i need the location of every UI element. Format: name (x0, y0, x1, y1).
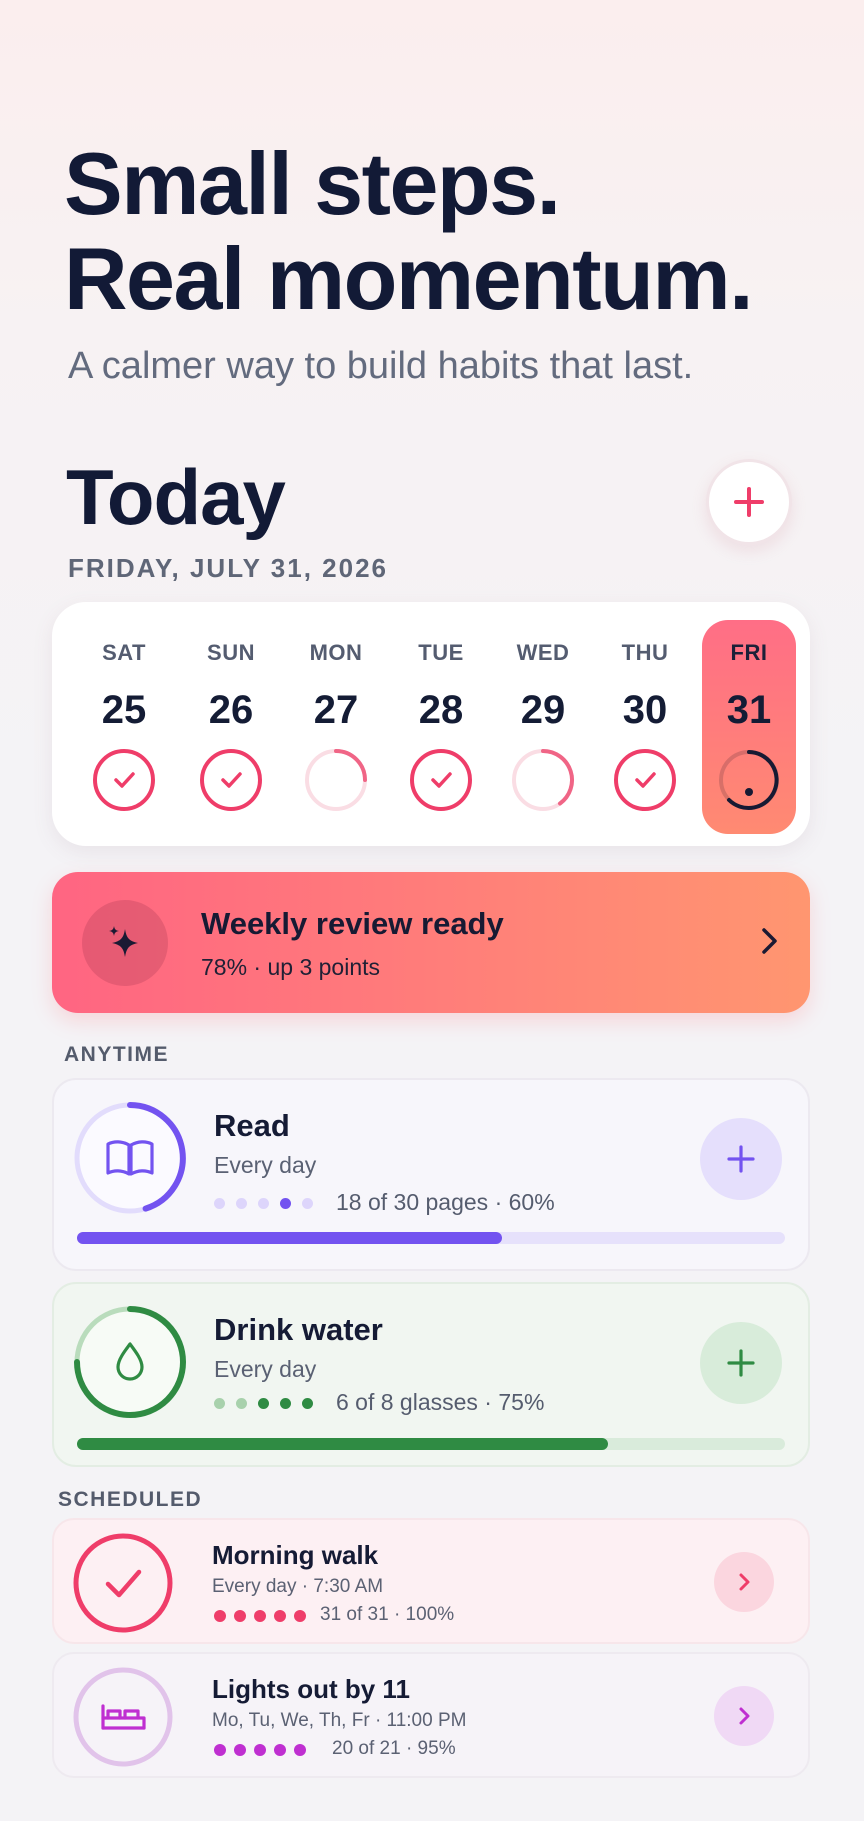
habit-frequency: Every day (214, 1356, 317, 1382)
day-mon[interactable]: MON 27 (289, 620, 383, 834)
today-title: Today (66, 453, 286, 541)
day-wed[interactable]: WED 29 (496, 620, 590, 834)
log-read-button[interactable] (700, 1118, 782, 1200)
section-scheduled: SCHEDULED (58, 1488, 203, 1511)
day-complete-icon (93, 749, 155, 811)
chevron-right-icon (762, 928, 777, 954)
add-habit-button[interactable] (706, 459, 792, 545)
open-lights-out-button[interactable] (714, 1686, 774, 1746)
chevron-right-icon (739, 1573, 750, 1591)
week-strip: SAT 25 SUN 26 MON 27 TUE 28 WED 29 THU 3… (52, 602, 810, 846)
section-anytime: ANYTIME (64, 1043, 169, 1066)
day-number: 26 (208, 688, 254, 732)
day-number: 25 (101, 688, 147, 732)
hero-title-line-1: Small steps. (64, 134, 561, 233)
streak-dots (214, 1398, 313, 1409)
plus-icon (727, 1145, 755, 1173)
habit-title: Drink water (214, 1312, 383, 1347)
day-number: 29 (520, 688, 566, 732)
habit-frequency: Every day (214, 1152, 317, 1178)
hero-title-line-2: Real momentum. (64, 229, 754, 328)
water-progress-bar (77, 1438, 785, 1450)
day-name: SUN (207, 640, 255, 665)
day-number: 30 (622, 688, 668, 732)
day-partial-ring-icon (512, 749, 574, 811)
day-today-progress-icon (719, 750, 779, 810)
day-name: TUE (418, 640, 464, 665)
open-morning-walk-button[interactable] (714, 1552, 774, 1612)
streak-dots (214, 1198, 313, 1209)
scheduled-frequency: Every day · 7:30 AM (212, 1576, 384, 1597)
habit-card-read[interactable]: Read Every day 18 of 30 pages · 60% (52, 1078, 810, 1271)
review-subtitle: 78% · up 3 points (201, 954, 381, 980)
day-sat[interactable]: SAT 25 (77, 620, 171, 834)
day-fri-selected[interactable]: FRI 31 (702, 620, 796, 834)
day-number: 28 (418, 688, 464, 732)
chevron-right-icon (739, 1707, 750, 1725)
day-complete-icon (614, 749, 676, 811)
day-name: SAT (102, 640, 146, 665)
day-name: FRI (730, 640, 768, 665)
day-tue[interactable]: TUE 28 (394, 620, 488, 834)
scheduled-progress-text: 31 of 31 · 100% (320, 1604, 455, 1625)
water-progress-ring (74, 1306, 186, 1418)
bed-icon (73, 1667, 173, 1767)
check-icon (73, 1533, 173, 1633)
hero-subtitle: A calmer way to build habits that last. (68, 345, 694, 387)
streak-dots (214, 1744, 306, 1756)
read-progress-ring (74, 1102, 186, 1214)
plus-icon (727, 1349, 755, 1377)
scheduled-title: Morning walk (212, 1540, 379, 1570)
habit-progress-text: 18 of 30 pages · 60% (336, 1189, 555, 1215)
scheduled-title: Lights out by 11 (212, 1674, 410, 1704)
sparkles-icon (82, 900, 168, 986)
day-complete-icon (410, 749, 472, 811)
day-name: WED (516, 640, 570, 665)
day-thu[interactable]: THU 30 (598, 620, 692, 834)
habit-title: Read (214, 1108, 290, 1143)
day-number: 27 (313, 688, 359, 732)
day-name: MON (309, 640, 363, 665)
log-water-button[interactable] (700, 1322, 782, 1404)
scheduled-progress-text: 20 of 21 · 95% (332, 1738, 456, 1759)
review-title: Weekly review ready (201, 906, 504, 941)
day-number: 31 (726, 688, 772, 732)
day-name: THU (621, 640, 669, 665)
habit-card-drink-water[interactable]: Drink water Every day 6 of 8 glasses · 7… (52, 1282, 810, 1467)
habit-progress-text: 6 of 8 glasses · 75% (336, 1389, 545, 1415)
today-date: FRIDAY, JULY 31, 2026 (68, 553, 388, 583)
hero-title: Small steps. Real momentum. (64, 134, 754, 328)
read-progress-bar (77, 1232, 785, 1244)
day-complete-icon (200, 749, 262, 811)
scheduled-card-morning-walk[interactable]: Morning walk Every day · 7:30 AM 31 of 3… (52, 1518, 810, 1644)
scheduled-card-lights-out[interactable]: Lights out by 11 Mo, Tu, We, Th, Fr · 11… (52, 1652, 810, 1778)
streak-dots (214, 1610, 306, 1622)
day-sun[interactable]: SUN 26 (184, 620, 278, 834)
plus-icon (734, 487, 764, 517)
scheduled-frequency: Mo, Tu, We, Th, Fr · 11:00 PM (212, 1710, 467, 1731)
weekly-review-banner[interactable]: Weekly review ready 78% · up 3 points (52, 872, 810, 1013)
day-partial-ring-icon (305, 749, 367, 811)
